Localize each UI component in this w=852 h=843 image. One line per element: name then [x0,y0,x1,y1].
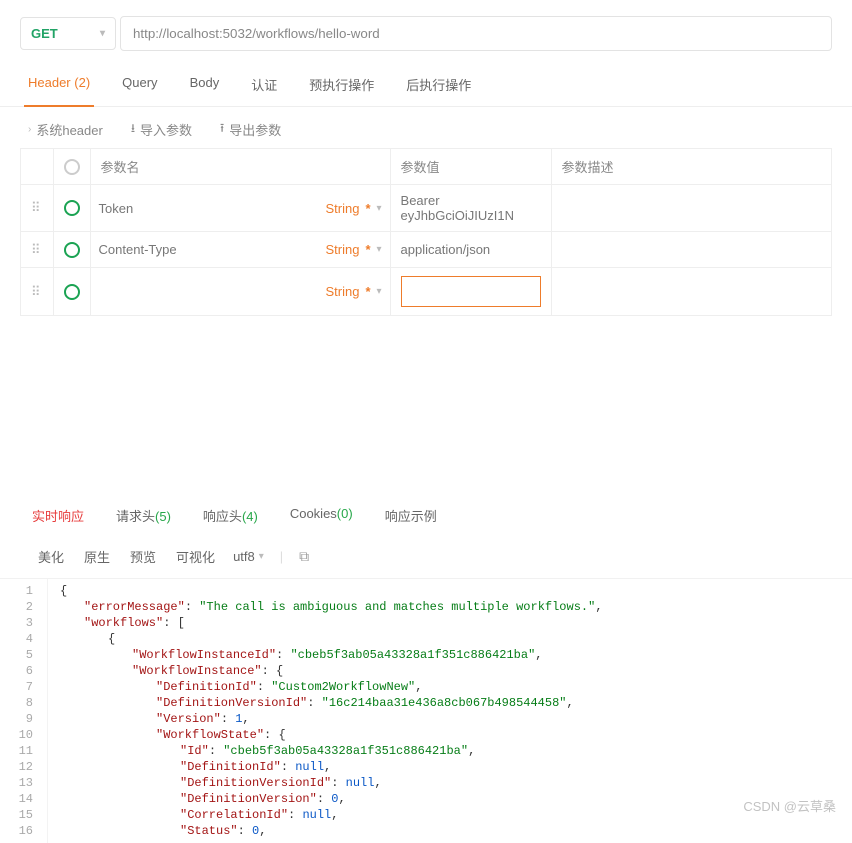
table-row: ⠿ Token String * ▾ Bearer eyJhbGciOiJIUzI1N [21,185,832,232]
request-tabs: Header (2) Query Body 认证 预执行操作 后执行操作 [0,65,852,107]
import-icon: ⭳ [131,119,135,140]
param-desc[interactable] [552,232,831,267]
response-area: 实时响应 请求头(5) 响应头(4) Cookies(0) 响应示例 美化 原生… [0,496,852,843]
required-icon: * [365,201,370,216]
required-icon: * [365,284,370,299]
tab-header[interactable]: Header (2) [24,65,94,106]
system-header-toggle[interactable]: ›系统header [28,120,103,139]
import-params-button[interactable]: ⭳导入参数 [131,119,192,140]
header-params-table: 参数名 参数值 参数描述 ⠿ Token String * ▾ Bearer eyJh… [20,148,832,316]
required-icon: * [365,242,370,257]
export-icon: ⭱ [220,119,224,140]
drag-handle-icon[interactable]: ⠿ [31,242,43,258]
type-dropdown-icon[interactable]: ▾ [377,203,382,214]
copy-icon[interactable]: ⧉ [299,548,309,565]
param-type: String [325,284,359,299]
chevron-down-icon: ▾ [100,28,105,39]
col-desc-label: 参数描述 [552,149,831,184]
line-gutter: 12345678910111213141516 [0,579,48,843]
table-row: ⠿ Content-Type String * ▾ application/json [21,232,832,268]
tab-auth[interactable]: 认证 [247,65,281,106]
resp-tab-cookies[interactable]: Cookies(0) [290,506,353,525]
param-value[interactable]: application/json [401,242,491,257]
param-value[interactable]: Bearer eyJhbGciOiJIUzI1N [401,193,541,223]
type-dropdown-icon[interactable]: ▾ [377,286,382,297]
visualize-button[interactable]: 可视化 [174,543,217,570]
code-lines[interactable]: { "errorMessage": "The call is ambiguous… [48,579,603,843]
encoding-select[interactable]: utf8 ▾ [233,549,264,564]
tab-postop[interactable]: 后执行操作 [402,65,475,106]
param-name[interactable]: Token [99,201,134,216]
preview-button[interactable]: 预览 [128,543,158,570]
tab-preop[interactable]: 预执行操作 [305,65,378,106]
method-select[interactable]: GET ▾ [20,17,116,50]
check-all-icon[interactable] [64,159,80,175]
param-value-input[interactable] [401,276,541,307]
chevron-right-icon: › [28,124,31,135]
param-desc[interactable] [552,185,831,231]
param-name[interactable]: Content-Type [99,242,177,257]
raw-button[interactable]: 原生 [82,543,112,570]
row-check-icon[interactable] [64,200,80,216]
response-tools: 美化 原生 预览 可视化 utf8 ▾ | ⧉ [0,535,852,579]
chevron-down-icon: ▾ [259,551,264,562]
response-body: 12345678910111213141516 { "errorMessage"… [0,579,852,843]
resp-tab-reqhead[interactable]: 请求头(5) [116,506,171,525]
resp-tab-resphead[interactable]: 响应头(4) [203,506,258,525]
request-bar: GET ▾ [0,12,852,59]
drag-handle-icon[interactable]: ⠿ [31,200,43,216]
drag-handle-icon[interactable]: ⠿ [31,284,43,300]
resp-tab-example[interactable]: 响应示例 [385,506,437,525]
col-value-label: 参数值 [391,149,551,184]
response-tabs: 实时响应 请求头(5) 响应头(4) Cookies(0) 响应示例 [0,496,852,535]
type-dropdown-icon[interactable]: ▾ [377,244,382,255]
param-desc[interactable] [552,268,831,315]
method-label: GET [31,26,58,41]
watermark: CSDN @云草桑 [743,796,836,815]
format-button[interactable]: 美化 [36,543,66,570]
row-check-icon[interactable] [64,284,80,300]
param-type: String [325,242,359,257]
url-input[interactable] [120,16,832,51]
resp-tab-live[interactable]: 实时响应 [32,506,84,525]
tab-query[interactable]: Query [118,65,161,106]
subtools: ›系统header ⭳导入参数 ⭱导出参数 [0,107,852,148]
tab-body[interactable]: Body [186,65,224,106]
table-row: ⠿ String * ▾ [21,268,832,316]
param-type: String [325,201,359,216]
export-params-button[interactable]: ⭱导出参数 [220,119,281,140]
table-header-row: 参数名 参数值 参数描述 [21,149,832,185]
col-name-label: 参数名 [91,149,390,184]
row-check-icon[interactable] [64,242,80,258]
